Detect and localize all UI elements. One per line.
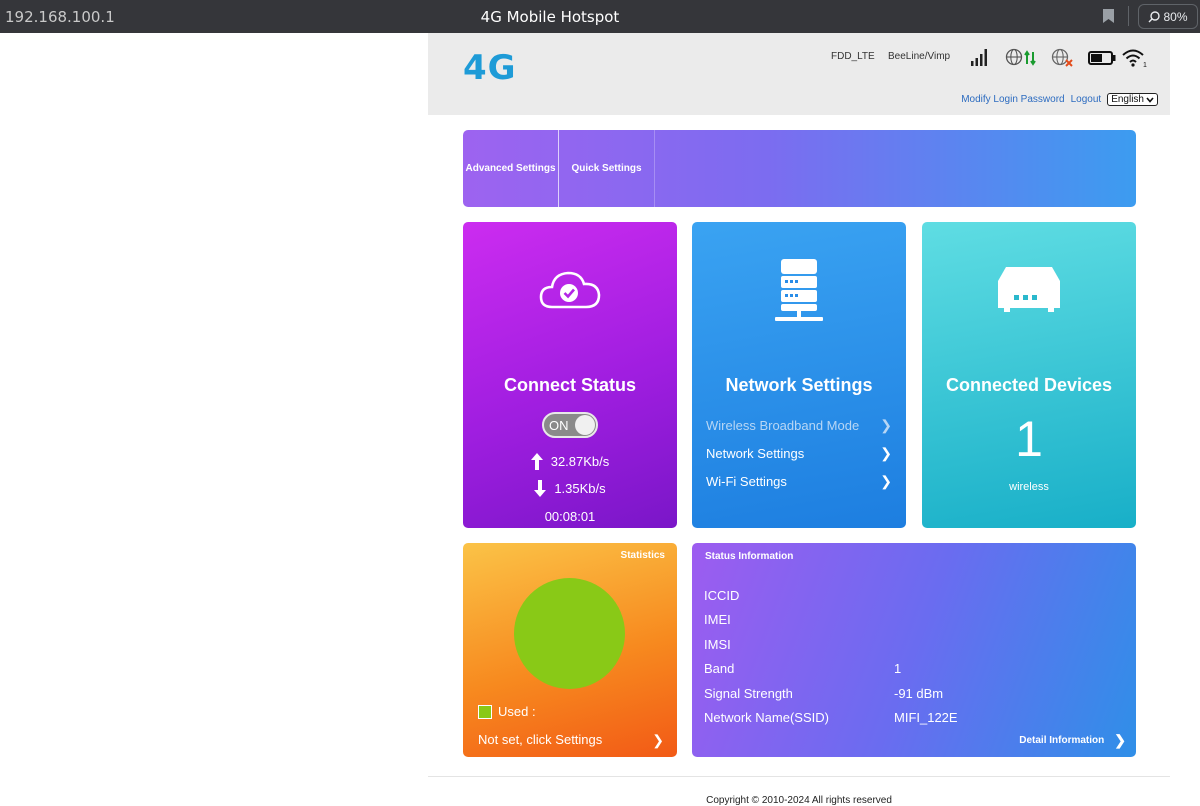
info-value: -91 dBm [894, 686, 943, 701]
network-type: FDD_LTE [831, 51, 875, 62]
menu-item-label: Network Settings [706, 446, 804, 461]
toolbar-divider [1128, 6, 1129, 26]
info-key: Signal Strength [704, 686, 793, 701]
device-count: 1 [922, 410, 1136, 468]
chevron-right-icon: ❯ [1114, 732, 1126, 749]
menu-network-settings[interactable]: Network Settings ❯ [706, 445, 892, 462]
menu-item-label: Wireless Broadband Mode [706, 418, 859, 433]
zoom-icon [1148, 11, 1160, 23]
connected-devices-card[interactable]: Connected Devices 1 wireless [922, 222, 1136, 528]
logo: 4G [463, 48, 517, 88]
upload-rate: 32.87Kb/s [463, 453, 677, 470]
language-selected: English [1111, 94, 1144, 105]
nav-advanced-settings[interactable]: Advanced Settings [463, 130, 558, 207]
download-rate-value: 1.35Kb/s [554, 481, 605, 496]
wifi-icon: 1 [1122, 48, 1148, 68]
server-icon [775, 259, 823, 323]
connect-status-title: Connect Status [463, 375, 677, 396]
usage-pie-chart [514, 578, 625, 689]
statistics-settings-label: Not set, click Settings [478, 732, 602, 749]
toggle-label: ON [549, 418, 569, 433]
usage-legend: Used : [478, 704, 536, 719]
footer-divider [428, 776, 1170, 777]
arrow-up-icon [531, 453, 543, 470]
statistics-label: Statistics [621, 550, 665, 561]
arrow-down-icon [534, 480, 546, 497]
menu-item-label: Wi-Fi Settings [706, 474, 787, 489]
router-icon [996, 267, 1062, 313]
chevron-right-icon: ❯ [652, 732, 664, 749]
device-type-label: wireless [922, 481, 1136, 493]
detail-information-label: Detail Information [1019, 735, 1104, 746]
page-header: 4G FDD_LTE BeeLine/Vimp [428, 33, 1170, 115]
info-value: 1 [894, 661, 901, 676]
cloud-check-icon [538, 269, 602, 311]
detail-information-link[interactable]: Detail Information ❯ [1019, 732, 1126, 749]
logout-link[interactable]: Logout [1071, 94, 1102, 105]
info-value: MIFI_122E [894, 710, 958, 725]
menu-wifi-settings[interactable]: Wi-Fi Settings ❯ [706, 473, 892, 490]
network-settings-title: Network Settings [692, 375, 906, 396]
nav-quick-settings[interactable]: Quick Settings [559, 130, 654, 207]
upload-rate-value: 32.87Kb/s [551, 454, 610, 469]
used-swatch [478, 705, 492, 719]
signal-strength-icon [970, 48, 990, 66]
tab-title: 4G Mobile Hotspot [0, 8, 1100, 26]
nav-divider [654, 130, 655, 207]
roaming-disabled-icon [1051, 48, 1075, 68]
zoom-level: 80% [1163, 10, 1187, 24]
chevron-down-icon [1146, 97, 1154, 103]
toggle-knob [575, 415, 595, 435]
chevron-right-icon: ❯ [880, 445, 892, 462]
browser-bar: 192.168.100.1 4G Mobile Hotspot 80% [0, 0, 1200, 33]
info-key: IMSI [704, 637, 731, 652]
network-settings-card: Network Settings Wireless Broadband Mode… [692, 222, 906, 528]
connection-duration: 00:08:01 [463, 509, 677, 524]
info-key: IMEI [704, 612, 731, 627]
language-select[interactable]: English [1107, 93, 1158, 106]
internet-connected-icon [1005, 48, 1039, 68]
bookmark-icon[interactable] [1103, 9, 1114, 23]
menu-wireless-broadband-mode[interactable]: Wireless Broadband Mode ❯ [706, 417, 892, 434]
info-key: Band [704, 661, 734, 676]
used-label: Used : [498, 704, 536, 719]
copyright: Copyright © 2010-2024 All rights reserve… [428, 795, 1170, 806]
statistics-card: Statistics Used : Not set, click Setting… [463, 543, 677, 757]
status-information-title: Status Information [705, 551, 793, 562]
svg-text:1: 1 [1143, 62, 1147, 68]
header-links: Modify Login Password Logout English [961, 93, 1158, 106]
top-nav: Advanced Settings Quick Settings [463, 130, 1136, 207]
download-rate: 1.35Kb/s [463, 480, 677, 497]
connect-status-card: Connect Status ON 32.87Kb/s 1.35Kb/s 00:… [463, 222, 677, 528]
chevron-right-icon: ❯ [880, 473, 892, 490]
battery-icon [1088, 51, 1116, 65]
zoom-indicator[interactable]: 80% [1138, 4, 1198, 29]
connection-toggle[interactable]: ON [542, 412, 598, 438]
statistics-settings-link[interactable]: Not set, click Settings ❯ [478, 732, 664, 749]
operator-name: BeeLine/Vimp [888, 51, 950, 62]
modify-password-link[interactable]: Modify Login Password [961, 94, 1064, 105]
info-key: Network Name(SSID) [704, 710, 829, 725]
connected-devices-title: Connected Devices [922, 375, 1136, 396]
status-information-card: Status Information ICCID IMEI IMSI Band … [692, 543, 1136, 757]
chevron-right-icon: ❯ [880, 417, 892, 434]
info-key: ICCID [704, 588, 739, 603]
